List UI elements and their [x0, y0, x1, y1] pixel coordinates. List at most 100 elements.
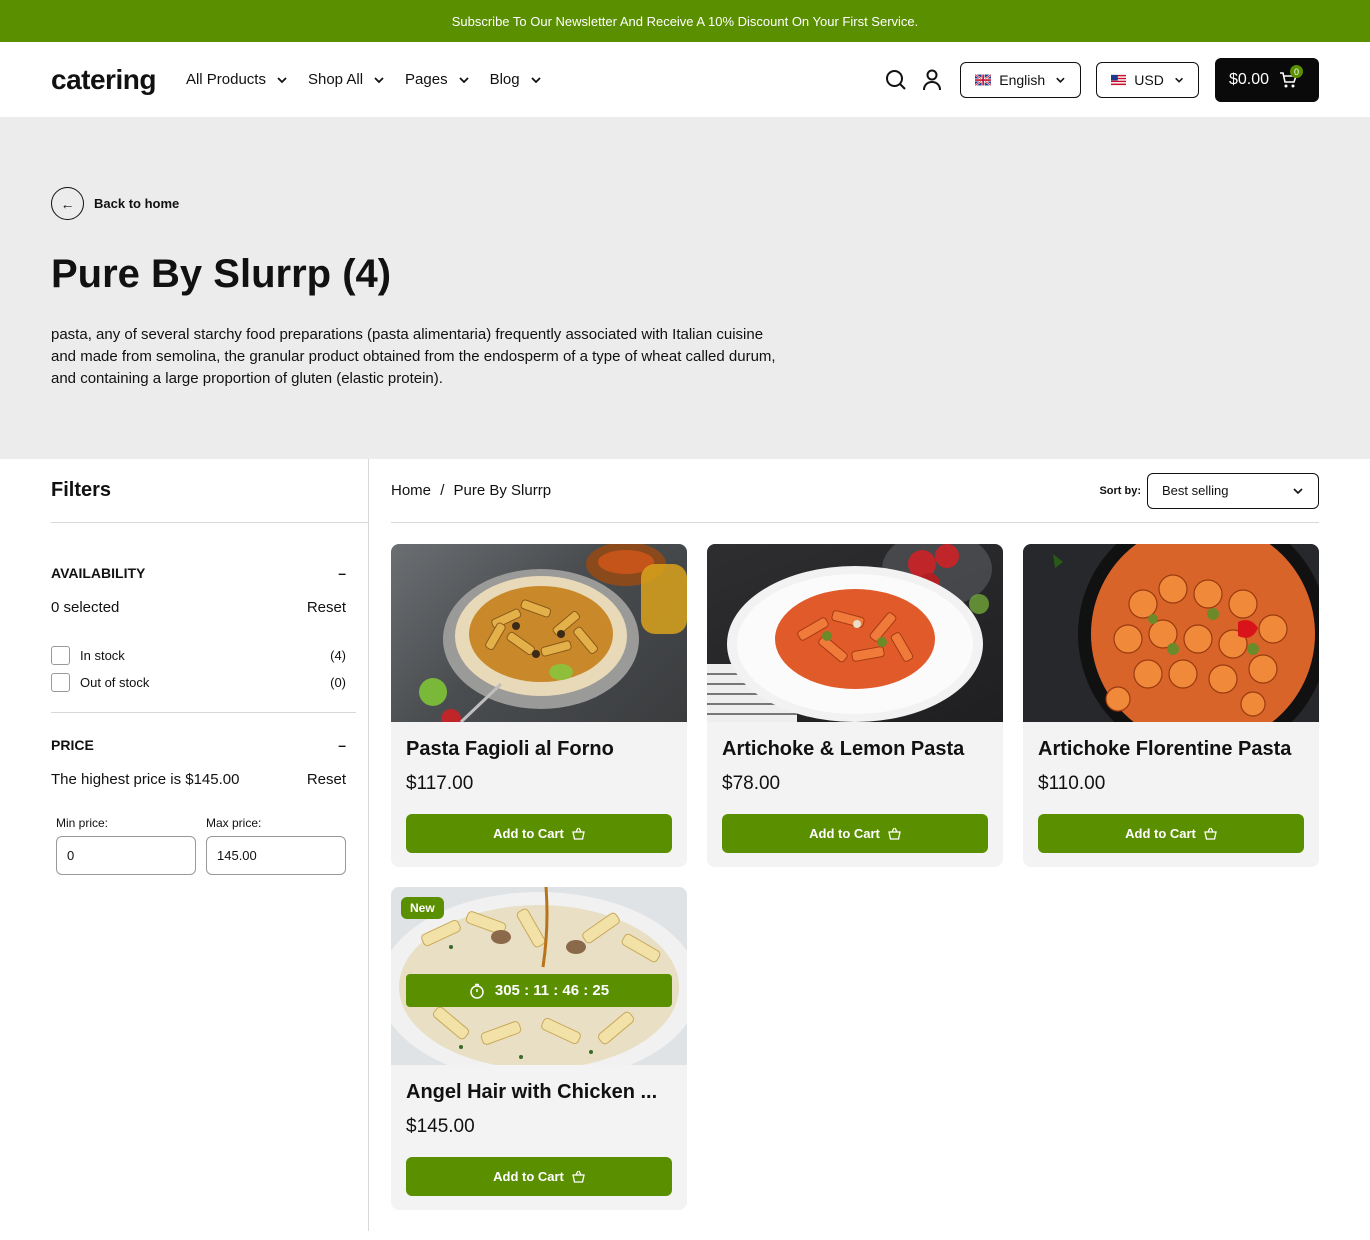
sort-value: Best selling — [1162, 483, 1229, 498]
in-stock-option[interactable]: In stock (4) — [51, 646, 346, 665]
checkbox[interactable] — [51, 646, 70, 665]
nav-blog[interactable]: Blog — [490, 71, 542, 88]
nav-shop-all[interactable]: Shop All — [308, 71, 385, 88]
price-filter: PRICE – The highest price is $145.00 Res… — [51, 737, 356, 875]
max-price-input[interactable]: 145.00 — [206, 836, 346, 875]
main-nav: All Products Shop All Pages Blog — [186, 71, 562, 88]
back-label: Back to home — [94, 196, 180, 211]
nav-pages[interactable]: Pages — [405, 71, 470, 88]
chevron-down-icon — [1056, 77, 1065, 83]
availability-selected: 0 selected — [51, 599, 120, 616]
add-to-cart-label: Add to Cart — [809, 826, 880, 841]
option-count: (4) — [330, 648, 346, 663]
product-image[interactable] — [1023, 544, 1319, 722]
search-icon[interactable] — [884, 68, 908, 92]
product-card[interactable]: Artichoke & Lemon Pasta $78.00 Add to Ca… — [707, 544, 1003, 867]
pasta-photo — [707, 544, 992, 722]
currency-label: USD — [1134, 72, 1164, 88]
page-title: Pure By Slurrp (4) — [51, 252, 392, 296]
collection-hero: ← Back to home Pure By Slurrp (4) pasta,… — [0, 117, 1370, 459]
basket-icon — [572, 1170, 585, 1183]
add-to-cart-label: Add to Cart — [493, 826, 564, 841]
product-image[interactable] — [391, 544, 687, 722]
pasta-photo — [1053, 544, 1319, 722]
basket-icon — [572, 827, 585, 840]
collection-description: pasta, any of several starchy food prepa… — [51, 326, 776, 387]
newsletter-text: Subscribe To Our Newsletter And Receive … — [451, 13, 919, 29]
option-label: Out of stock — [80, 675, 150, 690]
option-count: (0) — [330, 675, 346, 690]
sort-select[interactable]: Best selling — [1147, 472, 1319, 509]
product-image[interactable] — [707, 544, 1003, 722]
product-image[interactable]: New 305 : 11 : 46 : 25 — [391, 887, 687, 1065]
cart-button[interactable]: $0.00 0 — [1215, 58, 1319, 102]
basket-icon — [888, 827, 901, 840]
min-price-input[interactable]: 0 — [56, 836, 196, 875]
product-listing: Home / Pure By Slurrp Sort by: Best sell… — [391, 459, 1319, 1210]
product-card[interactable]: Artichoke Florentine Pasta $110.00 Add t… — [1023, 544, 1319, 867]
availability-summary: 0 selected Reset — [51, 599, 346, 616]
add-to-cart-button[interactable]: Add to Cart — [406, 814, 672, 853]
max-price-label: Max price: — [206, 816, 262, 830]
cart-total: $0.00 — [1229, 71, 1270, 88]
add-to-cart-button[interactable]: Add to Cart — [722, 814, 988, 853]
divider — [51, 712, 356, 713]
filters-title: Filters — [51, 459, 369, 523]
chevron-down-icon — [277, 76, 287, 83]
product-card[interactable]: Pasta Fagioli al Forno $117.00 Add to Ca… — [391, 544, 687, 867]
chevron-down-icon — [374, 76, 384, 83]
breadcrumb-separator: / — [440, 482, 445, 499]
product-price: $145.00 — [406, 1116, 475, 1137]
availability-heading: AVAILABILITY — [51, 565, 146, 581]
min-price-group: Min price: 0 — [56, 816, 196, 875]
price-inputs: Min price: 0 Max price: 145.00 — [56, 816, 346, 875]
price-header[interactable]: PRICE – — [51, 737, 346, 753]
product-title[interactable]: Pasta Fagioli al Forno — [391, 722, 687, 761]
price-heading: PRICE — [51, 737, 94, 753]
nav-all-products[interactable]: All Products — [186, 71, 288, 88]
back-to-home-link[interactable]: ← Back to home — [51, 187, 179, 220]
product-price: $117.00 — [406, 773, 474, 794]
chevron-down-icon — [530, 76, 541, 83]
product-title[interactable]: Angel Hair with Chicken ... — [391, 1065, 687, 1104]
availability-header[interactable]: AVAILABILITY – — [51, 565, 346, 581]
nav-label: All Products — [185, 71, 266, 88]
collapse-icon[interactable]: – — [338, 737, 346, 753]
price-summary: The highest price is $145.00 Reset — [51, 771, 346, 788]
product-card[interactable]: New 305 : 11 : 46 : 25 Angel Hair with C… — [391, 887, 687, 1210]
availability-reset[interactable]: Reset — [307, 599, 346, 616]
breadcrumb-home[interactable]: Home — [391, 482, 431, 499]
logo[interactable]: catering — [51, 64, 156, 96]
chevron-down-icon — [458, 76, 469, 83]
breadcrumb: Home / Pure By Slurrp — [391, 482, 551, 499]
product-price: $78.00 — [722, 773, 781, 794]
chevron-down-icon — [1174, 77, 1183, 83]
price-highest: The highest price is $145.00 — [51, 771, 240, 788]
breadcrumb-current: Pure By Slurrp — [453, 482, 552, 499]
add-to-cart-button[interactable]: Add to Cart — [1038, 814, 1304, 853]
countdown-value: 305 : 11 : 46 : 25 — [494, 982, 610, 999]
add-to-cart-button[interactable]: Add to Cart — [406, 1157, 672, 1196]
product-title[interactable]: Artichoke & Lemon Pasta — [707, 722, 1003, 761]
basket-icon — [1204, 827, 1217, 840]
newsletter-banner: Subscribe To Our Newsletter And Receive … — [0, 0, 1370, 42]
nav-label: Blog — [489, 71, 520, 88]
pasta-photo — [419, 544, 687, 722]
chevron-down-icon — [1293, 487, 1303, 494]
user-icon[interactable] — [920, 68, 944, 92]
filters-sidebar: Filters AVAILABILITY – 0 selected Reset … — [51, 459, 369, 1231]
arrow-left-icon: ← — [51, 187, 84, 220]
new-badge: New — [401, 897, 444, 919]
price-reset[interactable]: Reset — [307, 771, 346, 788]
add-to-cart-label: Add to Cart — [1125, 826, 1196, 841]
language-select[interactable]: English — [960, 62, 1081, 98]
out-of-stock-option[interactable]: Out of stock (0) — [51, 673, 346, 692]
currency-select[interactable]: USD — [1096, 62, 1199, 98]
countdown-timer: 305 : 11 : 46 : 25 — [406, 974, 672, 1007]
nav-label: Pages — [405, 71, 448, 88]
uk-flag-icon — [975, 74, 992, 86]
stopwatch-icon — [470, 983, 484, 999]
checkbox[interactable] — [51, 673, 70, 692]
product-title[interactable]: Artichoke Florentine Pasta — [1023, 722, 1319, 761]
collapse-icon[interactable]: – — [338, 565, 346, 581]
